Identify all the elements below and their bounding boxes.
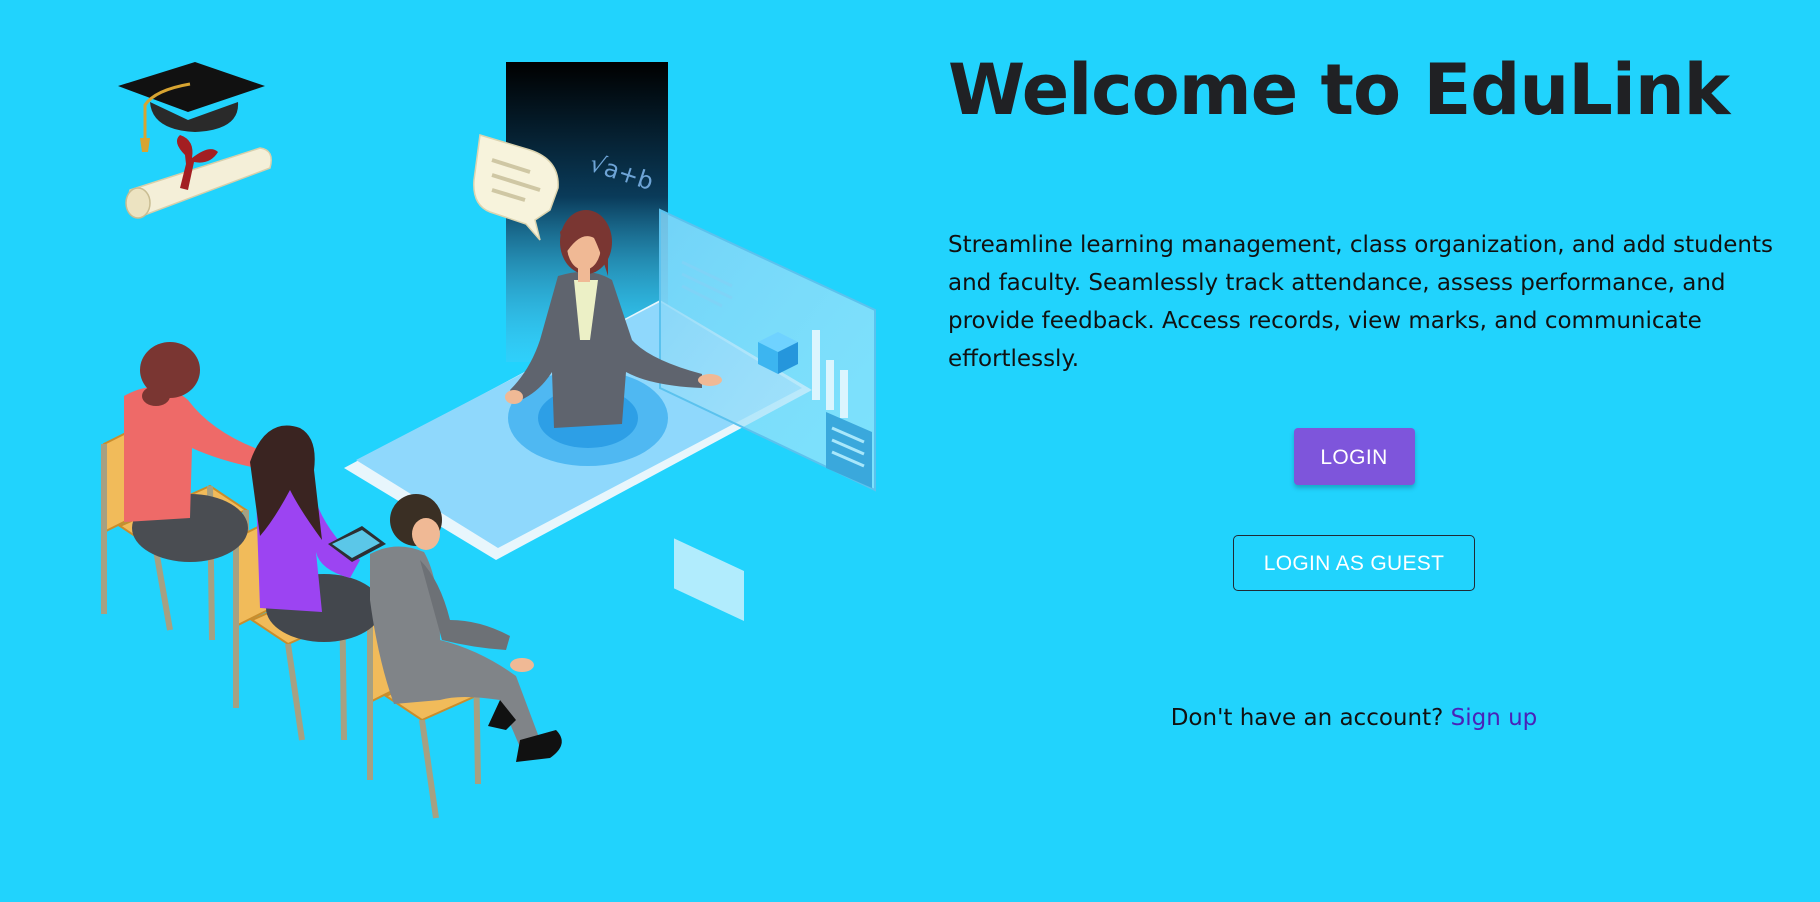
graduation-cap-icon — [118, 62, 265, 152]
hero-section: Welcome to EduLink Streamline learning m… — [948, 40, 1788, 378]
page-title: Welcome to EduLink — [948, 49, 1730, 131]
login-button[interactable]: LOGIN — [1293, 428, 1415, 485]
auth-actions: LOGIN LOGIN AS GUEST Don't have an accou… — [948, 428, 1772, 733]
landing-page: √a+b Welcome to EduLink Streamline learn… — [0, 0, 1820, 902]
login-as-guest-button[interactable]: LOGIN AS GUEST — [1233, 535, 1475, 591]
signup-prompt-text: Don't have an account? — [1170, 705, 1451, 731]
hero-description: Streamline learning management, class or… — [948, 232, 1774, 372]
signup-prompt: Don't have an account? Sign up — [942, 703, 1766, 733]
signup-link[interactable]: Sign up — [1451, 705, 1538, 731]
student-figure-1 — [124, 342, 260, 562]
classroom-illustration: √a+b — [101, 62, 876, 819]
